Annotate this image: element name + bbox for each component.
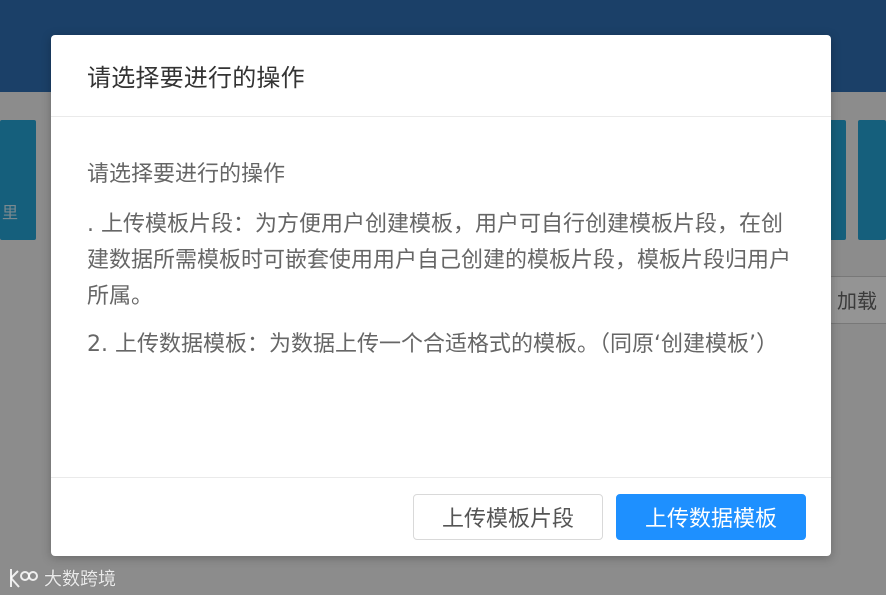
dialog-footer: 上传模板片段 上传数据模板 xyxy=(51,477,831,556)
upload-data-template-button[interactable]: 上传数据模板 xyxy=(616,494,806,540)
k100-logo-icon xyxy=(10,569,38,588)
upload-template-fragment-button[interactable]: 上传模板片段 xyxy=(413,494,603,540)
dialog-title: 请选择要进行的操作 xyxy=(87,64,305,92)
watermark: 大数跨境 xyxy=(8,566,116,590)
dialog-header: 请选择要进行的操作 xyxy=(51,35,831,117)
dialog-body: 请选择要进行的操作 . 上传模板片段：为方便用户创建模板，用户可自行创建模板片段… xyxy=(87,117,795,477)
dialog-body-item-1: . 上传模板片段：为方便用户创建模板，用户可自行创建模板片段，在创建数据所需模板… xyxy=(87,212,792,309)
dialog-body-item-2: 2. 上传数据模板：为数据上传一个合适格式的模板。（同原‘创建模板’） xyxy=(87,332,778,357)
watermark-text: 大数跨境 xyxy=(44,569,116,590)
dialog-body-intro: 请选择要进行的操作 xyxy=(87,162,286,187)
action-dialog: 请选择要进行的操作 请选择要进行的操作 . 上传模板片段：为方便用户创建模板，用… xyxy=(51,35,831,556)
